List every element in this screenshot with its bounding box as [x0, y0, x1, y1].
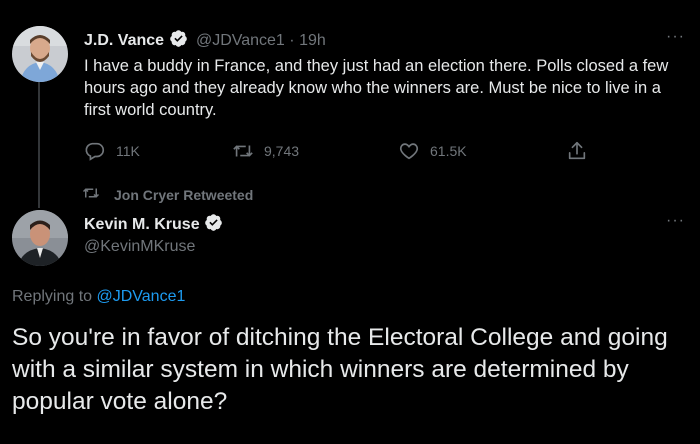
- avatar-jd-vance[interactable]: [12, 26, 68, 82]
- more-icon[interactable]: ···: [666, 212, 685, 230]
- more-icon[interactable]: ···: [666, 28, 685, 46]
- reply-button[interactable]: 11K: [84, 140, 140, 162]
- retweeted-by-text: Jon Cryer Retweeted: [114, 186, 254, 203]
- like-button[interactable]: 61.5K: [398, 140, 467, 162]
- tweet1-time-separator: ·: [289, 32, 295, 49]
- retweet-count: 9,743: [264, 143, 300, 159]
- tweet1-author-name[interactable]: J.D. Vance: [84, 32, 164, 49]
- retweet-button[interactable]: 9,743: [232, 140, 299, 162]
- tweet1-timestamp[interactable]: 19h: [299, 32, 326, 49]
- verified-icon: [169, 29, 188, 53]
- avatar-kevin-kruse[interactable]: [12, 210, 68, 266]
- share-icon: [566, 140, 588, 162]
- tweet2-author-name[interactable]: Kevin M. Kruse: [84, 216, 200, 233]
- replying-to-prefix: Replying to: [12, 288, 93, 305]
- verified-icon: [204, 213, 223, 237]
- tweet2-header: Kevin M. Kruse: [84, 213, 223, 237]
- tweet1-body: I have a buddy in France, and they just …: [84, 57, 669, 119]
- reply-icon: [84, 140, 106, 162]
- retweet-icon: [232, 140, 254, 162]
- thread-connector-line: [38, 82, 40, 208]
- retweeted-banner[interactable]: Jon Cryer Retweeted: [82, 184, 253, 205]
- tweet1-handle[interactable]: @JDVance1: [196, 32, 285, 49]
- like-count: 61.5K: [430, 143, 467, 159]
- tweet2-handle[interactable]: @KevinMKruse: [84, 238, 195, 256]
- like-icon: [398, 140, 420, 162]
- replying-to-handle-link[interactable]: @JDVance1: [97, 288, 186, 305]
- share-button[interactable]: [566, 140, 588, 162]
- replying-to-line: Replying to @JDVance1: [12, 288, 185, 306]
- tweet1-header: J.D. Vance @JDVance1 · 19h: [84, 29, 326, 53]
- reply-count: 11K: [116, 143, 140, 159]
- tweet2-body: So you're in favor of ditching the Elect…: [12, 324, 668, 415]
- retweet-small-icon: [82, 184, 100, 205]
